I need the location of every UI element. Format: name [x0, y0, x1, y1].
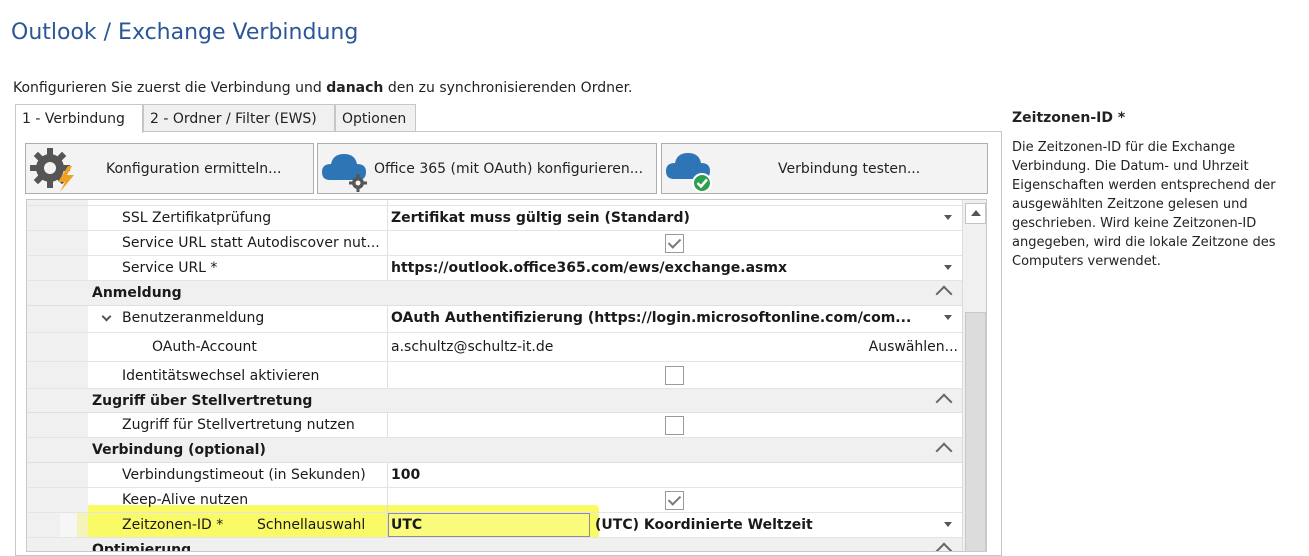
- category-verbindung[interactable]: Verbindung (optional): [27, 438, 962, 463]
- ssl-label: SSL Zertifikatprüfung: [122, 210, 272, 226]
- timezone-value: UTC: [391, 517, 423, 533]
- cloud-check-icon: [664, 149, 716, 197]
- chevron-down-icon[interactable]: [944, 265, 952, 270]
- timezone-label: Zeitzonen-ID *: [122, 517, 224, 533]
- oauth-value[interactable]: a.schultz@schultz-it.de: [391, 333, 553, 361]
- scroll-thumb[interactable]: [965, 312, 986, 551]
- grid-row-timezone[interactable]: Zeitzonen-ID * Schnellauswahl UTC (UTC) …: [27, 513, 962, 538]
- chevron-down-icon[interactable]: [101, 311, 112, 322]
- chevron-up-icon[interactable]: [935, 442, 953, 460]
- ssl-value[interactable]: Zertifikat muss gültig sein (Standard): [391, 206, 690, 230]
- chevron-down-icon[interactable]: [944, 522, 952, 527]
- chevron-up-icon[interactable]: [935, 285, 953, 303]
- help-text: Die Zeitzonen-ID für die Exchange Verbin…: [1012, 140, 1276, 269]
- intro-text: Konfigurieren Sie zuerst die Verbindung …: [13, 80, 633, 96]
- timezone-display[interactable]: (UTC) Koordinierte Weltzeit: [595, 513, 813, 537]
- userlogin-label: Benutzeranmeldung: [122, 310, 265, 326]
- grid-row-ssl[interactable]: SSL Zertifikatprüfung Zertifikat muss gü…: [27, 206, 962, 231]
- page-title: Outlook / Exchange Verbindung: [11, 20, 359, 45]
- tab-ordner-filter[interactable]: 2 - Ordner / Filter (EWS): [143, 104, 335, 132]
- category-stellvertretung[interactable]: Zugriff über Stellvertretung: [27, 389, 962, 413]
- detect-config-button[interactable]: Konfiguration ermitteln...: [25, 143, 314, 194]
- category-label: Anmeldung: [92, 285, 182, 301]
- category-label: Verbindung (optional): [92, 442, 266, 458]
- office365-config-button[interactable]: Office 365 (mit OAuth) konfigurieren...: [317, 143, 657, 194]
- delegate-label: Zugriff für Stellvertretung nutzen: [122, 417, 355, 433]
- keepalive-label: Keep-Alive nutzen: [122, 492, 249, 508]
- office365-config-label: Office 365 (mit OAuth) konfigurieren...: [374, 161, 644, 177]
- grid-row-timeout[interactable]: Verbindungstimeout (in Sekunden) 100: [27, 463, 962, 488]
- delegate-checkbox[interactable]: [665, 416, 684, 435]
- timeout-label: Verbindungstimeout (in Sekunden): [122, 467, 366, 483]
- test-connection-button[interactable]: Verbindung testen...: [661, 143, 988, 194]
- category-optimierung[interactable]: Optimierung: [27, 538, 962, 552]
- category-label: Optimierung: [92, 542, 192, 552]
- keepalive-checkbox[interactable]: [665, 491, 684, 510]
- serviceurl-label: Service URL *: [122, 260, 218, 276]
- scroll-up-icon[interactable]: [965, 203, 986, 224]
- category-label: Zugriff über Stellvertretung: [92, 393, 313, 409]
- chevron-down-icon[interactable]: [944, 215, 952, 220]
- chevron-down-icon[interactable]: [944, 315, 952, 320]
- tab-optionen[interactable]: Optionen: [335, 104, 416, 132]
- userlogin-value[interactable]: OAuth Authentifizierung (https://login.m…: [391, 306, 911, 330]
- grid-row-userlogin[interactable]: Benutzeranmeldung OAuth Authentifizierun…: [27, 306, 962, 333]
- grid-row-keepalive[interactable]: Keep-Alive nutzen: [27, 488, 962, 513]
- test-connection-label: Verbindung testen...: [778, 161, 921, 177]
- timezone-quick-label: Schnellauswahl: [257, 517, 366, 533]
- identity-checkbox[interactable]: [665, 366, 684, 385]
- grid-row-serviceurl[interactable]: Service URL * https://outlook.office365.…: [27, 256, 962, 281]
- serviceurl-value[interactable]: https://outlook.office365.com/ews/exchan…: [391, 256, 787, 280]
- category-anmeldung[interactable]: Anmeldung: [27, 281, 962, 306]
- property-grid: SSL Zertifikatprüfung Zertifikat muss gü…: [26, 199, 987, 552]
- tab-verbindung[interactable]: 1 - Verbindung: [15, 104, 143, 133]
- serviceurl-instead-checkbox[interactable]: [665, 234, 684, 253]
- detect-config-label: Konfiguration ermitteln...: [106, 161, 282, 177]
- grid-row-delegate[interactable]: Zugriff für Stellvertretung nutzen: [27, 413, 962, 438]
- cloud-gear-icon: [320, 150, 372, 196]
- oauth-label: OAuth-Account: [152, 339, 257, 355]
- chevron-up-icon[interactable]: [935, 542, 953, 551]
- grid-scrollbar[interactable]: [962, 200, 986, 551]
- timeout-value[interactable]: 100: [391, 463, 420, 487]
- grid-row-identity[interactable]: Identitätswechsel aktivieren: [27, 362, 962, 389]
- oauth-choose-button[interactable]: Auswählen...: [869, 333, 958, 361]
- gear-lightning-icon: [28, 146, 78, 196]
- serviceurl-instead-label: Service URL statt Autodiscover nut...: [122, 235, 380, 251]
- grid-row-oauth[interactable]: OAuth-Account a.schultz@schultz-it.de Au…: [27, 333, 962, 362]
- grid-row-serviceurl-instead[interactable]: Service URL statt Autodiscover nut...: [27, 231, 962, 256]
- chevron-up-icon[interactable]: [935, 393, 953, 411]
- help-title: Zeitzonen-ID *: [1012, 110, 1126, 126]
- identity-label: Identitätswechsel aktivieren: [122, 368, 320, 384]
